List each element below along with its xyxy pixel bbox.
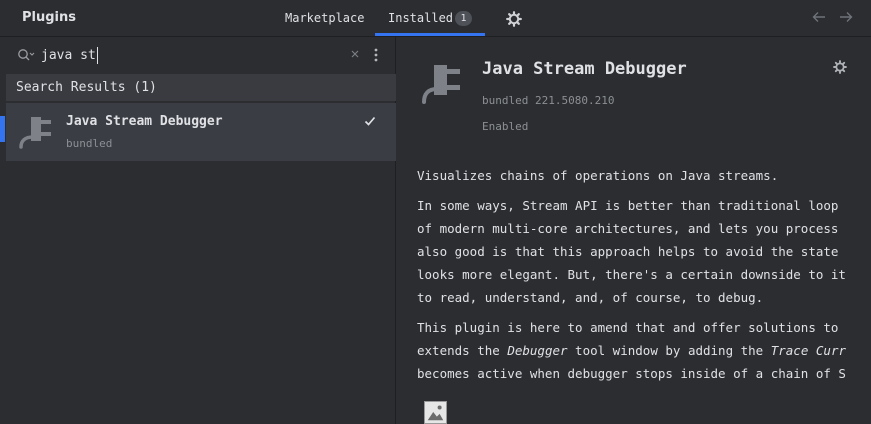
checkbox-checked-icon[interactable]: [363, 114, 377, 128]
tab-marketplace[interactable]: Marketplace: [285, 11, 364, 25]
selection-marker: [0, 116, 5, 142]
plugin-title: Java Stream Debugger: [482, 59, 687, 79]
installed-count-badge: 1: [455, 11, 472, 26]
arrow-left-icon[interactable]: [811, 9, 827, 25]
search-results-header: Search Results (1): [6, 74, 396, 101]
description-line: extends the Debugger tool window by addi…: [417, 343, 846, 358]
active-tab-indicator: [375, 33, 485, 36]
search-bar: [0, 37, 396, 73]
image-placeholder-icon: [424, 401, 447, 424]
description-line: to read, understand, and, of course, to …: [417, 290, 764, 305]
arrow-right-icon[interactable]: [838, 9, 854, 25]
description-line: of modern multi-core architectures, and …: [417, 221, 839, 236]
search-input[interactable]: [41, 46, 331, 64]
trace-emphasis: Trace Curr: [770, 343, 846, 358]
more-vertical-icon[interactable]: [372, 47, 380, 63]
description-paragraph: Visualizes chains of operations on Java …: [417, 168, 779, 183]
plugin-details-pane: Java Stream Debugger bundled 221.5080.21…: [397, 37, 871, 424]
description-line: This plugin is here to amend that and of…: [417, 320, 839, 335]
search-icon[interactable]: [17, 48, 35, 62]
close-icon[interactable]: [349, 48, 361, 60]
description-line: becomes active when debugger stops insid…: [417, 366, 846, 381]
description-text: tool window by adding the: [567, 343, 771, 358]
gear-icon[interactable]: [506, 11, 522, 27]
plugin-subtitle: bundled: [66, 137, 113, 150]
debugger-emphasis: Debugger: [507, 343, 568, 358]
description-text: extends the: [417, 343, 508, 358]
list-item[interactable]: Java Stream Debugger bundled: [6, 103, 396, 161]
plug-icon: [422, 65, 460, 104]
gear-icon[interactable]: [833, 60, 847, 74]
text-caret: [97, 47, 98, 64]
description-line: In some ways, Stream API is better than …: [417, 198, 839, 213]
plugin-status: Enabled: [482, 120, 529, 133]
plugin-version: bundled 221.5080.210: [482, 94, 615, 107]
plugins-header: Plugins Marketplace Installed 1: [0, 0, 871, 37]
description-line: looks more elegant. But, there's a certa…: [417, 267, 846, 282]
plug-icon: [19, 117, 51, 149]
page-title: Plugins: [22, 10, 76, 25]
description-line: also good is that this approach helps to…: [417, 244, 839, 259]
tab-installed[interactable]: Installed: [388, 11, 453, 25]
plugin-list-pane: Search Results (1) Java Stream Debugger …: [0, 37, 396, 424]
plugin-name: Java Stream Debugger: [66, 114, 223, 129]
